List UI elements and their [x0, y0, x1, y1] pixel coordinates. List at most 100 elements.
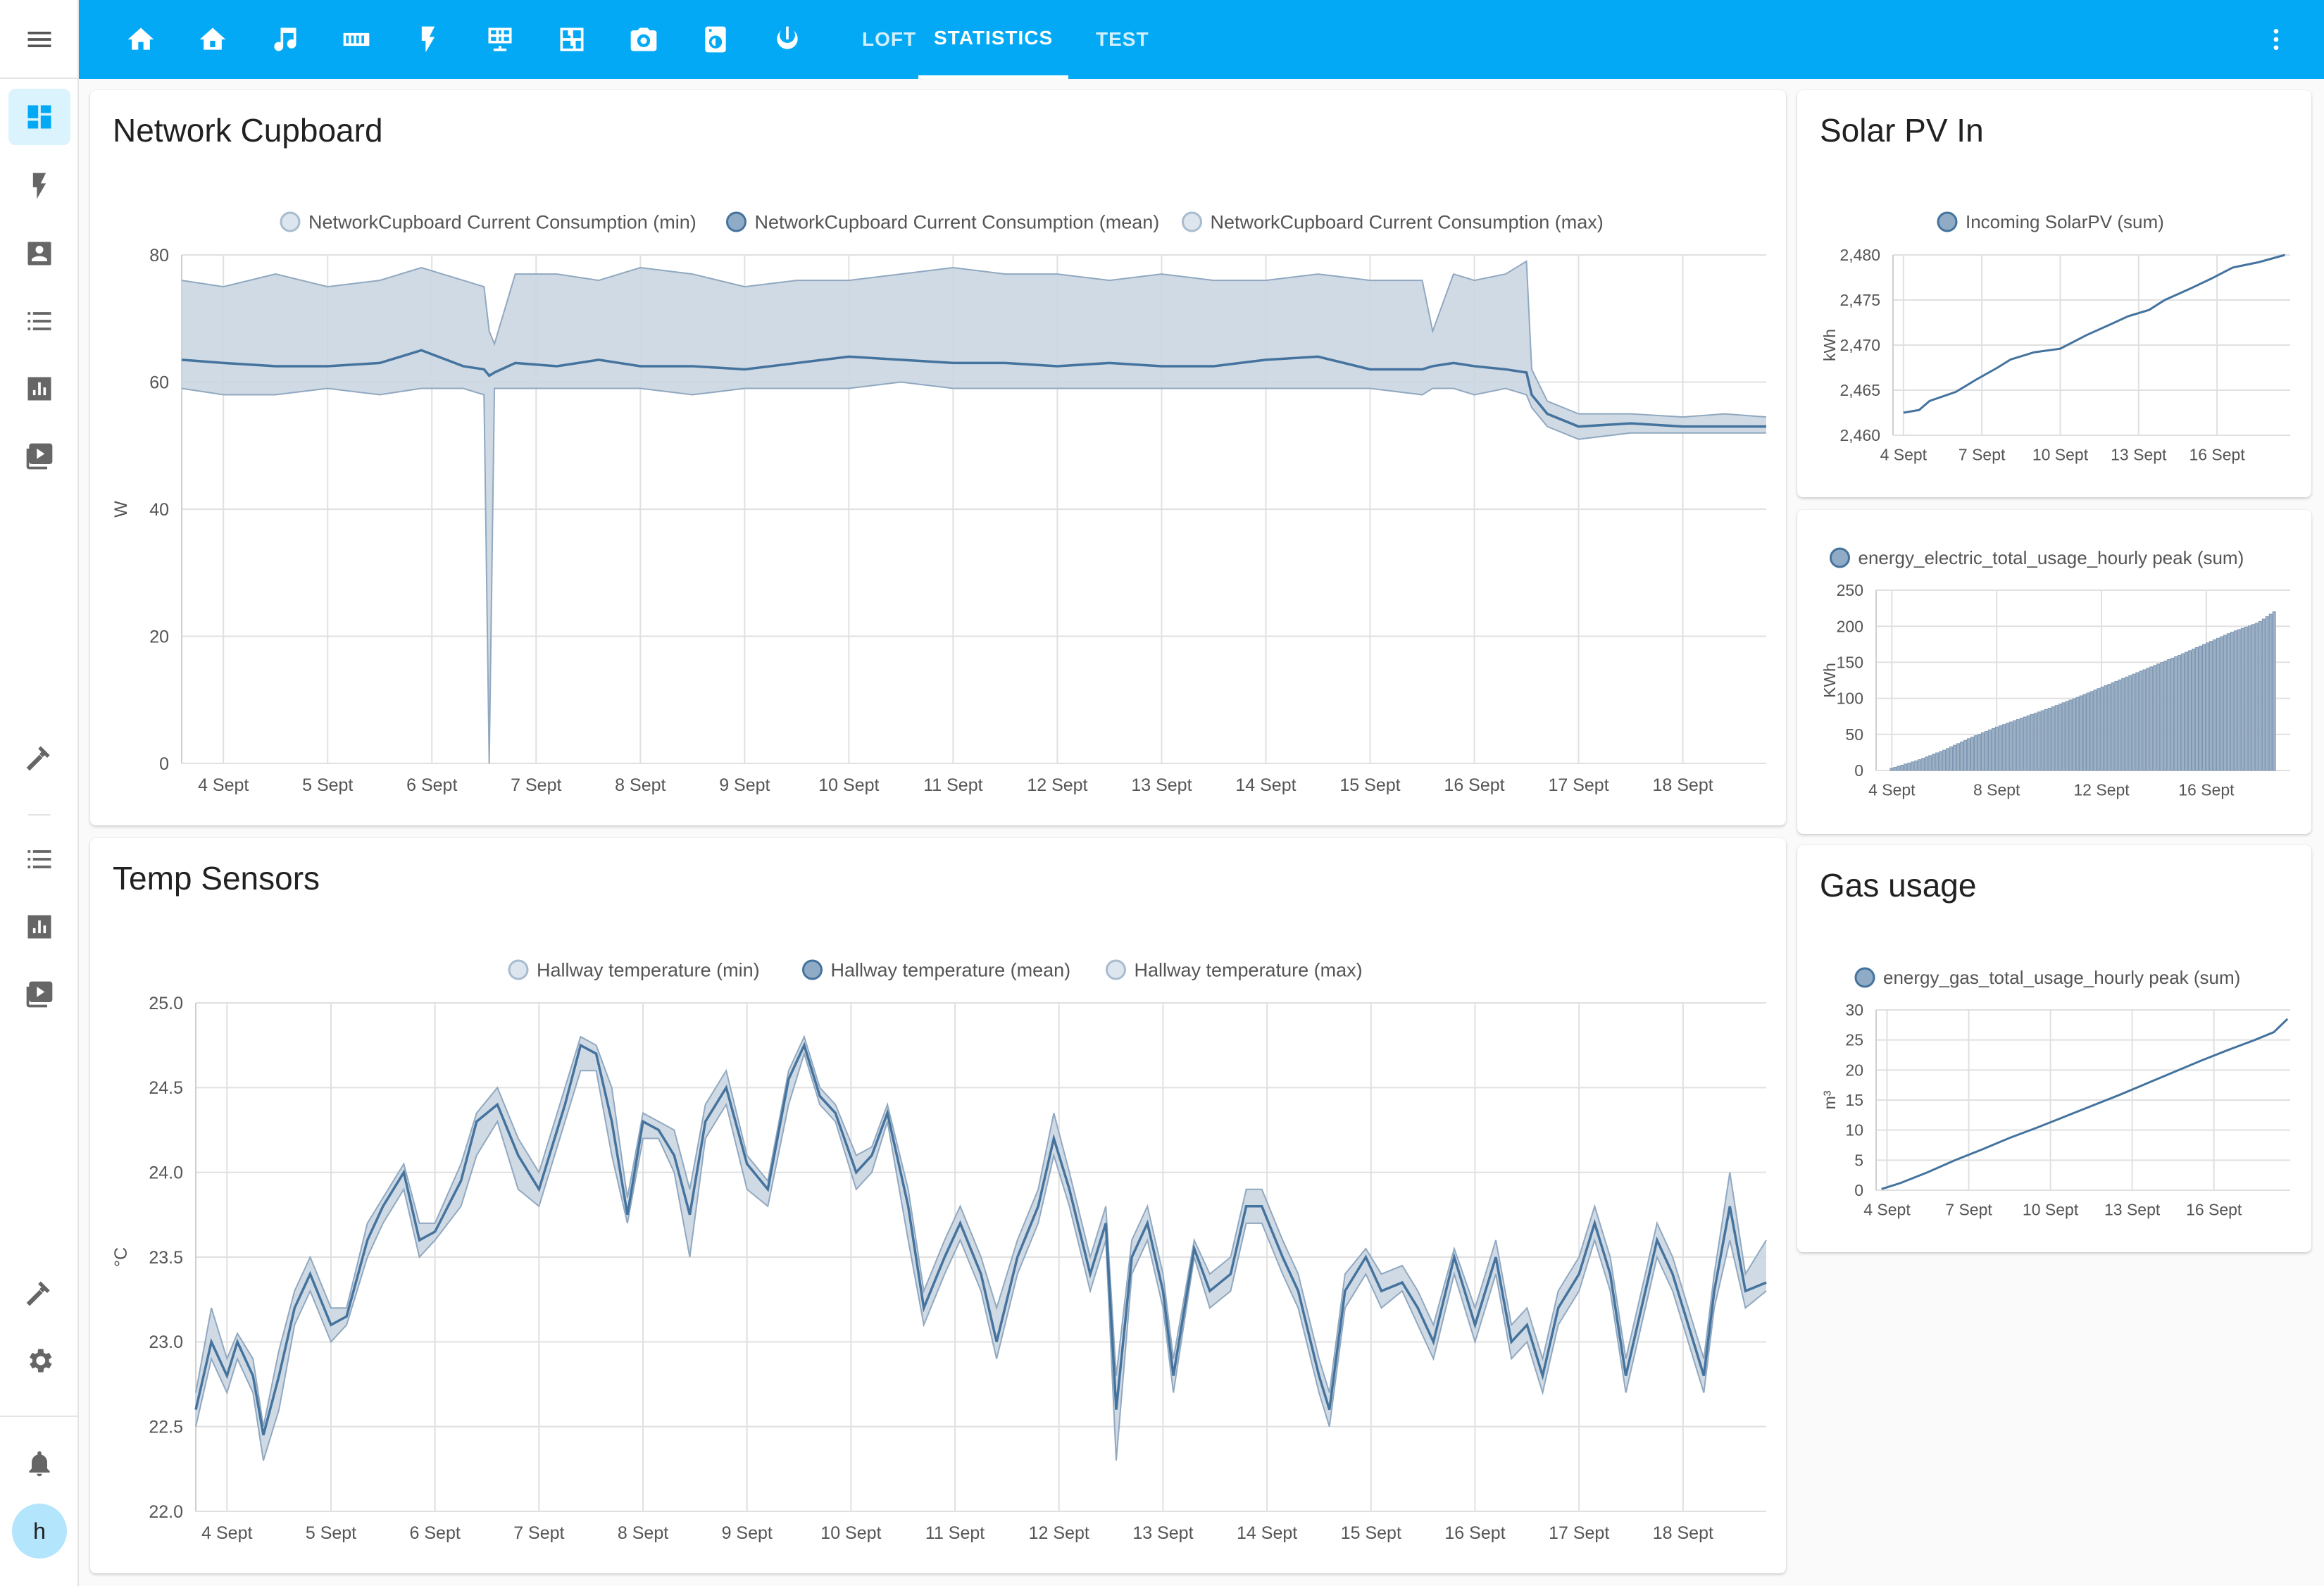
bell-icon[interactable]	[8, 1435, 70, 1492]
bar	[1946, 748, 1950, 771]
dashboard-icon[interactable]	[8, 89, 70, 145]
legend-label: Hallway temperature (mean)	[831, 959, 1071, 980]
y-tick-label: 250	[1837, 581, 1863, 599]
gas-usage-card: Gas usage energy_gas_total_usage_hourly …	[1797, 845, 2311, 1252]
legend-marker	[1854, 967, 1875, 988]
x-tick-label: 16 Sept	[2186, 1201, 2242, 1219]
y-tick-label: 15	[1845, 1091, 1863, 1109]
y-tick-label: 2,480	[1839, 246, 1880, 264]
bar	[1889, 768, 1894, 771]
x-tick-label: 15 Sept	[1341, 1523, 1401, 1543]
media-icon[interactable]	[8, 428, 70, 485]
more-vert-icon[interactable]	[2254, 17, 2299, 62]
bar	[2030, 713, 2034, 771]
bar	[2082, 694, 2087, 771]
bar	[2100, 687, 2104, 771]
memory-icon[interactable]	[328, 11, 385, 68]
sidebar-divider	[0, 1416, 79, 1417]
y-tick-label: 40	[149, 500, 169, 520]
power-icon[interactable]	[759, 11, 816, 68]
home-icon[interactable]	[113, 11, 169, 68]
chart-icon[interactable]	[8, 361, 70, 417]
menu-icon[interactable]	[11, 11, 68, 68]
network-cupboard-chart: NetworkCupboard Current Consumption (min…	[111, 211, 1767, 795]
tab-test[interactable]: TEST	[1080, 0, 1165, 79]
bar	[2132, 673, 2136, 771]
chart-icon[interactable]	[8, 899, 70, 955]
x-tick-label: 4 Sept	[1863, 1201, 1911, 1219]
bar	[2061, 702, 2066, 771]
bar	[2272, 611, 2276, 771]
x-tick-label: 16 Sept	[2189, 446, 2245, 464]
bar	[2111, 682, 2115, 771]
avatar[interactable]: h	[12, 1504, 67, 1559]
bar	[2051, 706, 2055, 771]
tab-statistics[interactable]: STATISTICS	[918, 0, 1069, 79]
hammer-icon[interactable]	[8, 1265, 70, 1321]
legend-marker	[280, 211, 301, 232]
bar	[2205, 642, 2209, 771]
legend-label: energy_electric_total_usage_hourly peak …	[1858, 547, 2244, 568]
account-box-icon[interactable]	[8, 225, 70, 282]
sidebar-divider	[0, 77, 79, 79]
flash-icon[interactable]	[8, 158, 70, 214]
bar	[2149, 666, 2154, 771]
x-tick-label: 13 Sept	[1132, 1523, 1193, 1543]
bar	[1897, 766, 1901, 771]
bar	[1960, 742, 1964, 771]
bar	[2012, 720, 2016, 771]
y-tick-label: 2,460	[1839, 426, 1880, 444]
flash-icon[interactable]	[400, 11, 456, 68]
washing-machine-icon[interactable]	[687, 11, 744, 68]
media-icon[interactable]	[8, 966, 70, 1023]
solar-pv-card: Solar PV In Incoming SolarPV (sum) 2,460 2…	[1797, 90, 2311, 497]
bar	[2047, 708, 2051, 771]
bar	[1991, 728, 1995, 771]
x-tick-label: 12 Sept	[1027, 775, 1087, 795]
bar	[2170, 658, 2175, 771]
bar	[2068, 699, 2073, 771]
x-tick-label: 10 Sept	[2032, 446, 2089, 464]
list-icon[interactable]	[8, 831, 70, 887]
list-icon[interactable]	[8, 293, 70, 349]
bar	[1918, 759, 1922, 771]
legend-marker	[1182, 211, 1202, 232]
bar	[1939, 751, 1943, 771]
bar	[2185, 651, 2189, 771]
bar	[1942, 749, 1947, 771]
home-alt-icon[interactable]	[185, 11, 241, 68]
legend-marker	[1937, 211, 1958, 232]
hammer-icon[interactable]	[8, 730, 70, 786]
y-tick-label: 20	[149, 627, 169, 647]
bar	[2219, 636, 2223, 771]
bar	[2019, 718, 2023, 771]
floor-plan-icon[interactable]	[544, 11, 600, 68]
legend-label: NetworkCupboard Current Consumption (min…	[308, 211, 696, 232]
cog-icon[interactable]	[8, 1332, 70, 1389]
x-tick-label: 6 Sept	[410, 1523, 461, 1543]
solar-panel-icon[interactable]	[472, 11, 528, 68]
y-axis-label: KWh	[1820, 663, 1839, 698]
bar	[2244, 626, 2248, 771]
bar	[2072, 698, 2076, 771]
bar	[2142, 669, 2147, 771]
bar	[1973, 735, 1978, 771]
y-tick-label: 30	[1845, 1001, 1863, 1019]
music-icon[interactable]	[256, 11, 313, 68]
bar	[2265, 616, 2269, 771]
bar	[2195, 647, 2199, 771]
legend-label: Incoming SolarPV (sum)	[1966, 211, 2164, 232]
y-axis-label: °C	[111, 1247, 131, 1267]
legend-marker	[726, 211, 746, 232]
y-tick-label: 24.0	[149, 1163, 183, 1182]
bar	[1914, 760, 1918, 771]
legend-label: Hallway temperature (min)	[537, 959, 760, 980]
camera-icon[interactable]	[616, 11, 672, 68]
bar	[1921, 758, 1925, 771]
y-axis-label: kWh	[1820, 329, 1839, 361]
bar	[2188, 650, 2192, 771]
x-tick-label: 10 Sept	[820, 1523, 881, 1543]
y-tick-label: 200	[1837, 617, 1863, 635]
bar	[2075, 697, 2080, 771]
electric-usage-card: energy_electric_total_usage_hourly peak …	[1797, 510, 2311, 834]
